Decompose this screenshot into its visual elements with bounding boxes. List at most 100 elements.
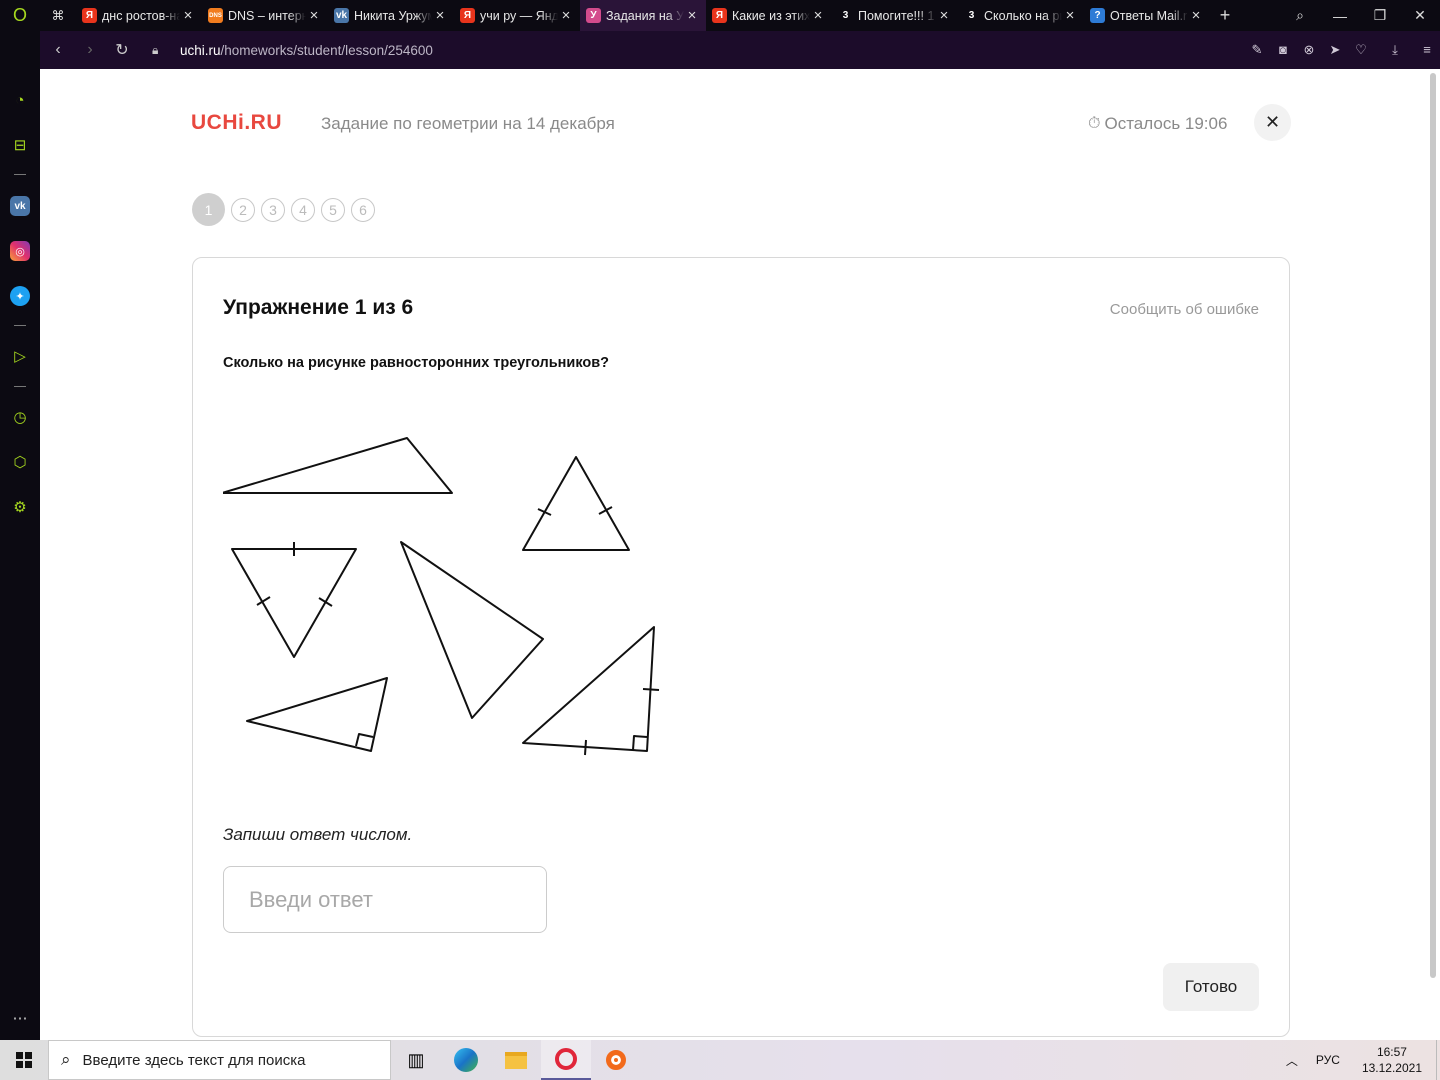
reload-icon[interactable]: ↻	[106, 40, 138, 60]
taskbar-search-placeholder: Введите здесь текст для поиска	[82, 1051, 306, 1069]
menu-icon[interactable]: ≡	[1414, 42, 1440, 58]
page-scrollbar[interactable]	[1430, 73, 1436, 978]
taskbar-clock[interactable]: 16:57 13.12.2021	[1362, 1044, 1422, 1076]
yandex-icon: Я	[82, 8, 97, 23]
tab-close-icon[interactable]: ×	[180, 7, 196, 24]
mailru-icon: ?	[1090, 8, 1105, 23]
sidebar-divider	[14, 325, 26, 326]
browser-tab[interactable]: ? Ответы Mail.ru ×	[1084, 0, 1210, 31]
settings-gear-icon[interactable]: ⚙	[8, 495, 32, 519]
edge-icon[interactable]	[441, 1040, 491, 1080]
browser-tab[interactable]: DNS DNS – интернет магазин×	[202, 0, 328, 31]
answer-input[interactable]	[223, 866, 547, 933]
tab-close-icon[interactable]: ×	[936, 7, 952, 24]
player-icon[interactable]: ▷	[8, 344, 32, 368]
browser-sidebar: ◔ ⊟ vk ◎ ✦ ▷ ◷ ⬡ ⚙ ⋯	[0, 31, 40, 1040]
page-viewport: UCHi.RU Задание по геометрии на 14 декаб…	[40, 69, 1440, 1040]
browser-tab[interactable]: Яднс ростов-на-дону×	[76, 0, 202, 31]
twitter-icon[interactable]: ✦	[10, 286, 30, 306]
browser-tab[interactable]: 3 Сколько на рисунке×	[958, 0, 1084, 31]
heart-icon[interactable]: ♡	[1348, 42, 1374, 58]
forward-icon[interactable]: ›	[74, 41, 106, 59]
uchi-logo[interactable]: UCHi.RU	[191, 111, 282, 135]
back-icon[interactable]: ‹	[42, 41, 74, 59]
tab-title: Задания на Учи.ру	[606, 8, 684, 23]
minimize-icon[interactable]: —	[1320, 8, 1360, 24]
homework-title: Задание по геометрии на 14 декабря	[321, 114, 615, 133]
step-indicator[interactable]: 2	[231, 197, 255, 222]
search-tabs-icon[interactable]: ⌕	[1280, 7, 1320, 24]
browser-tab[interactable]: Я Какие из этих ×	[706, 0, 832, 31]
step-indicator[interactable]: 3	[261, 197, 285, 222]
language-indicator[interactable]: РУС	[1316, 1053, 1340, 1067]
url-field[interactable]: uchi.ru/homeworks/student/lesson/254600	[180, 43, 433, 58]
tab-title: учи ру — Яндекс	[480, 8, 558, 23]
more-icon[interactable]: ⋯	[8, 1006, 32, 1030]
step-indicator[interactable]: 6	[351, 197, 375, 222]
step-indicator[interactable]: 4	[291, 197, 315, 222]
browser-tab[interactable]: Яучи ру — Яндекс×	[454, 0, 580, 31]
exercise-steps: 123456	[192, 193, 381, 226]
extensions-icon[interactable]: ⬡	[8, 450, 32, 474]
question-text: Сколько на рисунке равносторонних треуго…	[223, 355, 610, 371]
report-error-link[interactable]: Сообщить об ошибке	[1110, 301, 1259, 318]
windows-start-icon[interactable]	[0, 1040, 48, 1080]
windows-taskbar: ⌕ Введите здесь текст для поиска ▥ ︿ РУС…	[0, 1040, 1440, 1080]
triangle-scalene	[400, 541, 544, 719]
step-indicator[interactable]: 5	[321, 197, 345, 222]
speed-dial-icon[interactable]: ◔	[8, 88, 32, 112]
address-bar-tools: ✎ ◙ ⊗ ➤ ♡ ⤓ ≡	[1244, 42, 1440, 58]
tab-title: Какие из этих	[732, 8, 810, 23]
browser-tab[interactable]: vk Никита Уржумов×	[328, 0, 454, 31]
edit-icon[interactable]: ✎	[1244, 42, 1270, 58]
done-button[interactable]: Готово	[1163, 963, 1259, 1011]
browser-tab[interactable]: У Задания на Учи.ру×	[580, 0, 706, 31]
tab-title: Никита Уржумов	[354, 8, 432, 23]
taskbar-search[interactable]: ⌕ Введите здесь текст для поиска	[48, 1040, 391, 1080]
tab-close-icon[interactable]: ×	[558, 7, 574, 24]
history-icon[interactable]: ◷	[8, 405, 32, 429]
tab-close-icon[interactable]: ×	[306, 7, 322, 24]
window-controls: ⌕ — ❐ ✕	[1280, 7, 1440, 24]
tab-close-icon[interactable]: ×	[432, 7, 448, 24]
task-view-icon[interactable]: ▥	[391, 1040, 441, 1080]
triangle-right-isosceles	[522, 626, 660, 756]
tab-title: Сколько на рисунке	[984, 8, 1062, 23]
url-host: uchi.ru	[180, 42, 221, 58]
close-button[interactable]: ✕	[1254, 104, 1291, 141]
tab-close-icon[interactable]: ×	[1188, 7, 1204, 24]
show-desktop-button[interactable]	[1436, 1040, 1440, 1080]
browser-tab[interactable]: 3 Помогите!!! 1 ×	[832, 0, 958, 31]
vk-icon: vk	[334, 8, 349, 23]
uchi-icon: У	[586, 8, 601, 23]
new-tab-button[interactable]: +	[1210, 5, 1240, 26]
gamepad-icon[interactable]: ⌘	[40, 0, 76, 31]
lock-icon[interactable]: 🔒︎	[152, 43, 172, 58]
tab-title: DNS – интернет магазин	[228, 8, 306, 23]
triangle-obtuse	[223, 437, 453, 494]
exercise-title: Упражнение 1 из 6	[223, 296, 414, 319]
tab-close-icon[interactable]: ×	[810, 7, 826, 24]
triangle-equilateral-upright	[522, 456, 630, 551]
vk-icon[interactable]: vk	[10, 196, 30, 216]
download-icon[interactable]: ⤓	[1382, 42, 1408, 58]
tab-title: Помогите!!! 1	[858, 8, 935, 23]
origin-icon[interactable]	[591, 1040, 641, 1080]
chevron-up-icon[interactable]: ︿	[1286, 1052, 1298, 1069]
adblock-icon[interactable]: ⊗	[1296, 42, 1322, 58]
opera-logo-icon[interactable]: O	[0, 0, 40, 31]
tab-close-icon[interactable]: ×	[1062, 7, 1078, 24]
clock-date: 13.12.2021	[1361, 1061, 1422, 1075]
stopwatch-icon: ⏱︎	[1088, 115, 1101, 132]
close-window-icon[interactable]: ✕	[1400, 7, 1440, 24]
tab-close-icon[interactable]: ×	[684, 7, 700, 24]
step-indicator[interactable]: 1	[192, 193, 225, 226]
camera-icon[interactable]: ◙	[1270, 42, 1296, 58]
file-explorer-icon[interactable]	[491, 1040, 541, 1080]
send-icon[interactable]: ➤	[1322, 42, 1348, 58]
restore-icon[interactable]: ❐	[1360, 7, 1400, 24]
opera-taskbar-icon[interactable]	[541, 1040, 591, 1080]
url-path: /homeworks/student/lesson/254600	[220, 42, 433, 58]
instagram-icon[interactable]: ◎	[10, 241, 30, 261]
shopping-icon[interactable]: ⊟	[8, 133, 32, 157]
